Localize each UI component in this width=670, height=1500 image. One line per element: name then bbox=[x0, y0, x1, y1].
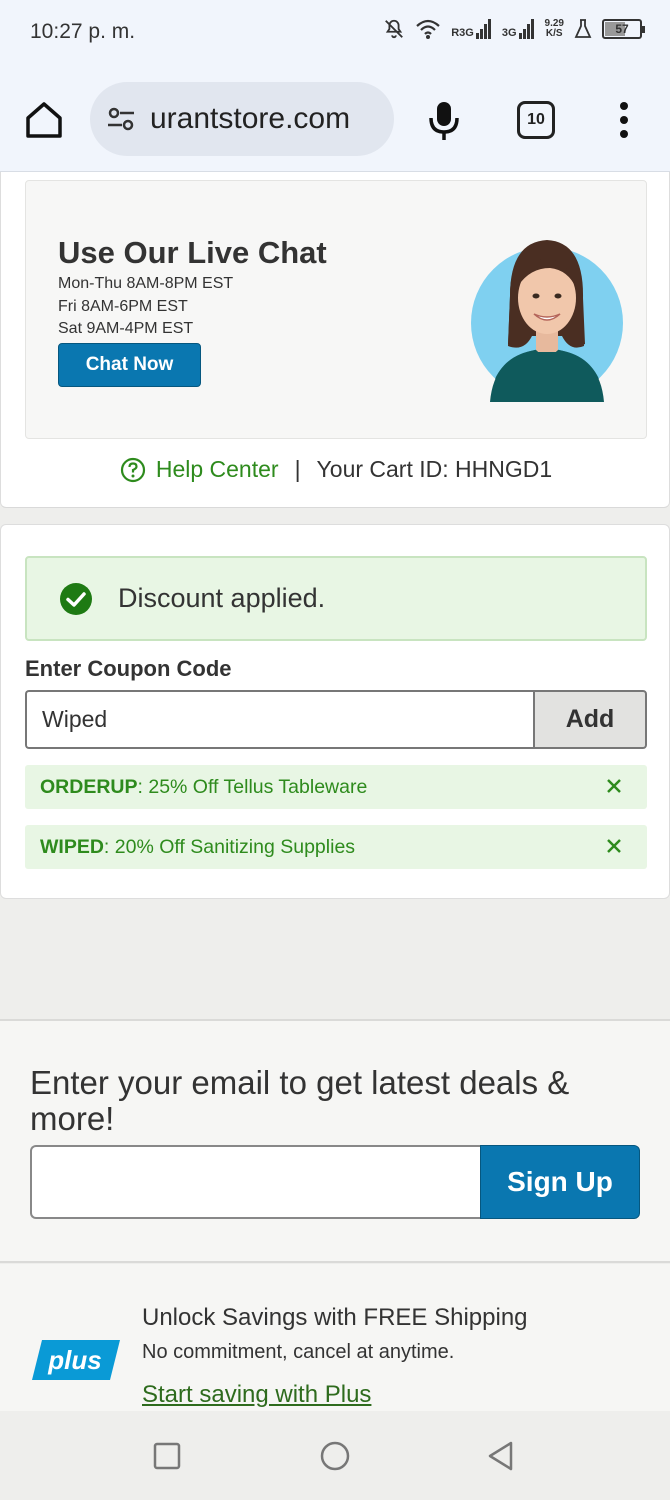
more-menu-icon[interactable] bbox=[612, 98, 636, 142]
cart-id: Your Cart ID: HHNGD1 bbox=[316, 456, 553, 482]
flask-icon bbox=[574, 19, 592, 38]
home-icon[interactable] bbox=[22, 98, 66, 142]
chat-hours-line: Mon-Thu 8AM-8PM EST bbox=[58, 275, 234, 292]
plus-promo: plus Unlock Savings with FREE Shipping N… bbox=[0, 1264, 670, 1412]
back-icon[interactable] bbox=[484, 1439, 518, 1473]
tab-switcher-button[interactable]: 10 bbox=[517, 101, 555, 139]
sign-up-button[interactable]: Sign Up bbox=[480, 1145, 640, 1219]
email-signup-title: Enter your email to get latest deals & m… bbox=[30, 1064, 570, 1137]
remove-coupon-icon[interactable] bbox=[603, 835, 625, 857]
signal-bars-icon bbox=[475, 19, 491, 39]
system-nav-bar bbox=[0, 1411, 670, 1500]
live-chat-panel: Use Our Live Chat Mon-Thu 8AM-8PM EST Fr… bbox=[25, 180, 647, 439]
network-type-label: R3G bbox=[451, 27, 474, 39]
start-saving-link[interactable]: Start saving with Plus bbox=[142, 1381, 371, 1409]
wifi-icon bbox=[416, 19, 440, 39]
home-nav-icon[interactable] bbox=[318, 1439, 352, 1473]
status-bar: 10:27 p. m. R3G 3G 9.29 K/S 57 bbox=[0, 0, 670, 68]
check-circle-icon bbox=[60, 582, 92, 615]
email-signup-section: Enter your email to get latest deals & m… bbox=[0, 1019, 670, 1263]
chat-hours-line: Fri 8AM-6PM EST bbox=[58, 297, 188, 315]
status-time: 10:27 p. m. bbox=[30, 20, 136, 43]
battery-icon: 57 bbox=[602, 19, 645, 39]
coupon-code-input[interactable] bbox=[25, 690, 534, 749]
add-coupon-button[interactable]: Add bbox=[533, 690, 647, 749]
network-speed: 9.29 K/S bbox=[545, 19, 564, 39]
site-settings-icon[interactable] bbox=[106, 104, 136, 134]
plus-title: Unlock Savings with FREE Shipping bbox=[142, 1304, 528, 1331]
browser-toolbar: urantstore.com 10 bbox=[0, 68, 670, 172]
discount-alert: Discount applied. bbox=[25, 556, 647, 641]
support-card: Use Our Live Chat Mon-Thu 8AM-8PM EST Fr… bbox=[0, 172, 670, 508]
chat-hours: Mon-Thu 8AM-8PM EST Fri 8AM-6PM EST Sat … bbox=[58, 273, 233, 341]
coupon-description: : 25% Off Tellus Tableware bbox=[137, 775, 368, 798]
help-center-link[interactable]: Help Center bbox=[156, 456, 279, 483]
mute-notifications-icon bbox=[385, 19, 404, 39]
support-agent-avatar bbox=[471, 240, 623, 402]
recent-apps-icon[interactable] bbox=[150, 1439, 184, 1473]
status-icons: R3G 3G 9.29 K/S 57 bbox=[383, 18, 645, 40]
chat-now-button[interactable]: Chat Now bbox=[58, 343, 201, 387]
plus-logo-text: plus bbox=[47, 1345, 101, 1375]
plus-logo: plus bbox=[32, 1340, 120, 1380]
url-text[interactable]: urantstore.com bbox=[150, 102, 350, 136]
help-row: Help Center | Your Cart ID: HHNGD1 bbox=[1, 456, 670, 483]
discount-alert-text: Discount applied. bbox=[118, 583, 326, 613]
chat-hours-line: Sat 9AM-4PM EST bbox=[58, 320, 194, 337]
applied-coupon: ORDERUP : 25% Off Tellus Tableware bbox=[25, 765, 647, 809]
email-input[interactable] bbox=[30, 1145, 481, 1219]
separator: | bbox=[294, 456, 301, 482]
network-type-label-2: 3G bbox=[501, 27, 517, 39]
battery-level: 57 bbox=[615, 22, 629, 36]
signal-bars-icon-2 bbox=[518, 19, 534, 39]
address-bar[interactable]: urantstore.com bbox=[90, 82, 394, 156]
remove-coupon-icon[interactable] bbox=[603, 775, 625, 797]
microphone-icon[interactable] bbox=[424, 98, 464, 142]
coupon-code: WIPED bbox=[40, 835, 104, 858]
applied-coupon: WIPED : 20% Off Sanitizing Supplies bbox=[25, 825, 647, 869]
coupon-label: Enter Coupon Code bbox=[25, 656, 232, 681]
network-indicator-1: R3G bbox=[451, 19, 492, 39]
speed-unit: K/S bbox=[545, 28, 563, 39]
coupon-card: Discount applied. Enter Coupon Code Add … bbox=[0, 524, 670, 899]
help-circle-icon[interactable] bbox=[120, 457, 146, 483]
coupon-description: : 20% Off Sanitizing Supplies bbox=[103, 835, 356, 858]
live-chat-title: Use Our Live Chat bbox=[58, 235, 327, 270]
network-indicator-2: 3G bbox=[502, 19, 535, 39]
coupon-code: ORDERUP bbox=[40, 775, 138, 798]
plus-subtitle: No commitment, cancel at anytime. bbox=[142, 1341, 455, 1363]
